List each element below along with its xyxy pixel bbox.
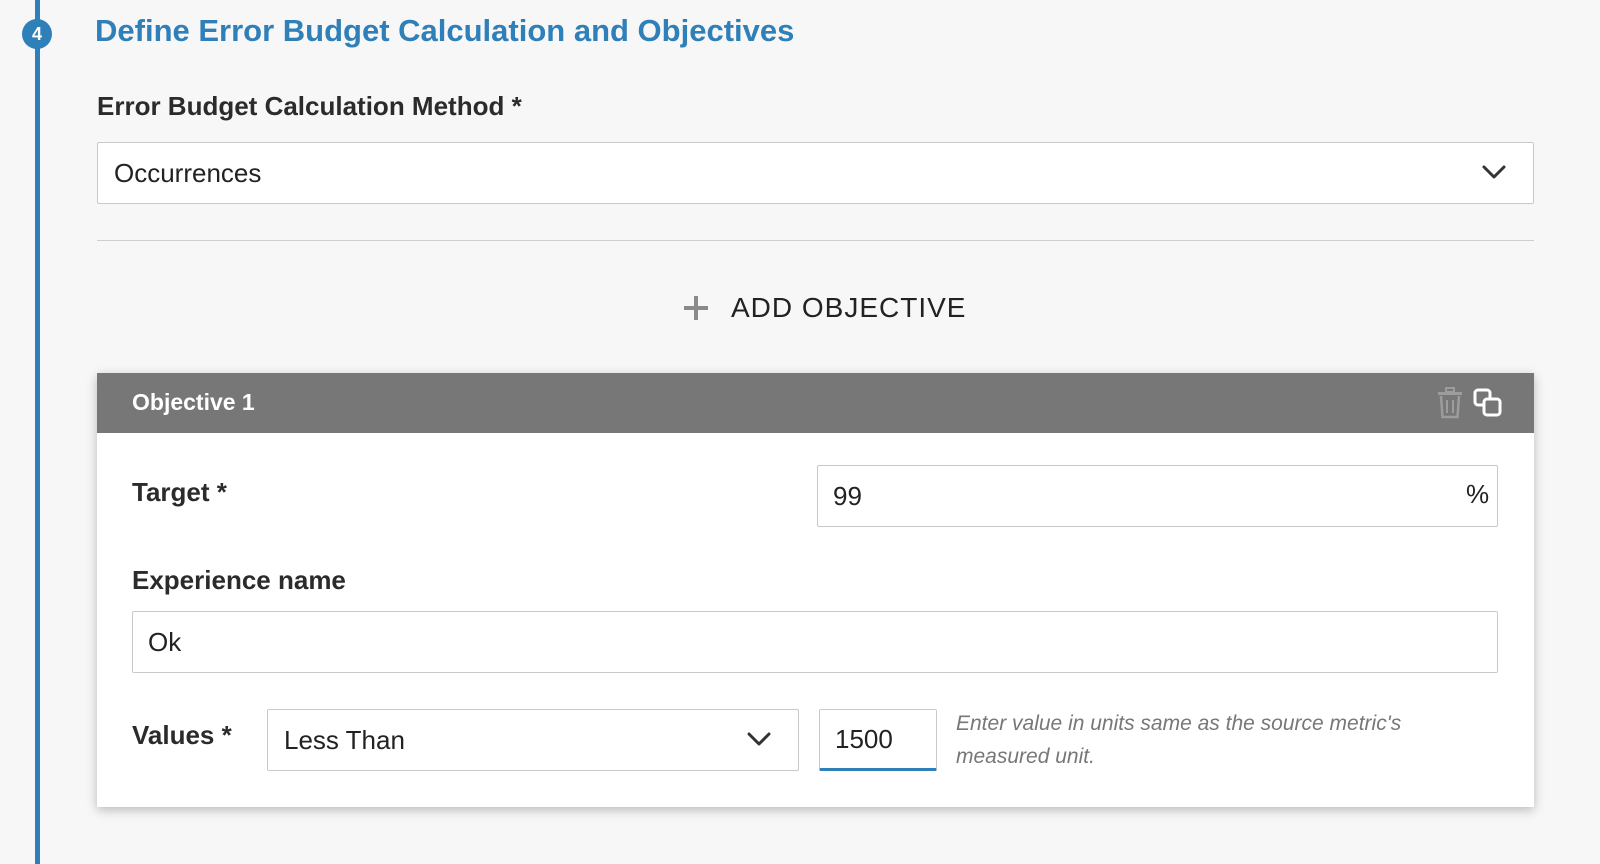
values-label: Values * [132, 720, 232, 750]
copy-icon[interactable] [1473, 388, 1503, 418]
add-objective-button[interactable]: ADD OBJECTIVE [683, 290, 966, 326]
values-helper-text: Enter value in units same as the source … [956, 712, 1402, 768]
plus-icon [684, 296, 708, 320]
stepper-line [35, 0, 40, 864]
target-input[interactable] [817, 465, 1498, 527]
chevron-down-icon [747, 732, 771, 746]
add-objective-label: ADD OBJECTIVE [731, 292, 967, 323]
chevron-down-icon [1482, 165, 1506, 179]
values-operator-value: Less Than [284, 725, 405, 755]
objective-card: Objective 1 Target * % Experience name V… [97, 373, 1534, 807]
experience-name-input[interactable] [132, 611, 1498, 673]
objective-title: Objective 1 [132, 389, 255, 415]
objective-header: Objective 1 [97, 373, 1534, 433]
section-divider [97, 240, 1534, 241]
error-budget-method-label: Error Budget Calculation Method * [97, 91, 522, 121]
experience-name-label: Experience name [132, 565, 346, 595]
target-label: Target * [132, 477, 227, 507]
values-operator-select[interactable]: Less Than [267, 709, 799, 771]
trash-icon[interactable] [1436, 387, 1464, 419]
error-budget-method-select[interactable]: Occurrences [97, 142, 1534, 204]
percent-suffix: % [1466, 479, 1490, 509]
error-budget-method-value: Occurrences [114, 158, 262, 188]
section-title: Define Error Budget Calculation and Obje… [95, 13, 795, 48]
step-number-badge: 4 [22, 19, 52, 49]
values-threshold-input[interactable] [819, 709, 937, 771]
